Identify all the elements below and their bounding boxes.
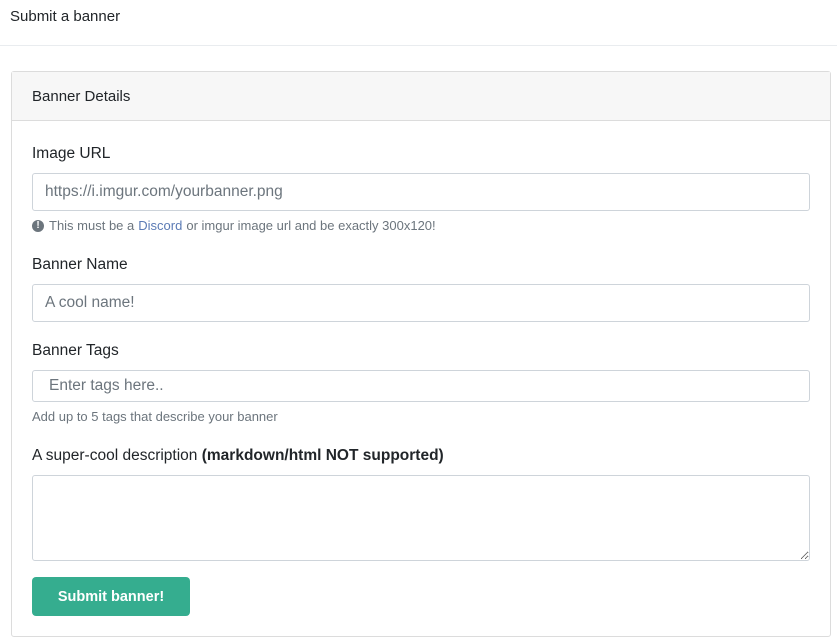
description-label-note: (markdown/html NOT supported) — [201, 447, 444, 464]
banner-name-input[interactable] — [32, 284, 810, 322]
page-header: Submit a banner — [0, 0, 837, 46]
discord-link[interactable]: Discord — [138, 218, 182, 233]
banner-details-card: Banner Details Image URL ! This must be … — [11, 71, 831, 637]
banner-tags-label: Banner Tags — [32, 342, 119, 359]
page-title: Submit a banner — [10, 8, 121, 25]
card-title: Banner Details — [32, 88, 131, 105]
description-label: A super-cool description (markdown/html … — [32, 447, 444, 465]
banner-name-label: Banner Name — [32, 256, 128, 273]
description-label-text: A super-cool description — [32, 447, 198, 464]
banner-tags-help: Add up to 5 tags that describe your bann… — [32, 409, 278, 424]
submit-banner-button[interactable]: Submit banner! — [32, 577, 190, 616]
card-header: Banner Details — [12, 72, 830, 121]
exclamation-circle-icon: ! — [32, 219, 44, 232]
image-url-input[interactable] — [32, 173, 810, 211]
image-url-label: Image URL — [32, 145, 111, 162]
image-url-help-prefix: This must be a — [49, 218, 135, 233]
banner-tags-input[interactable] — [32, 370, 810, 402]
image-url-help: ! This must be a Discord or imgur image … — [32, 218, 436, 233]
description-textarea[interactable] — [32, 475, 810, 561]
image-url-help-suffix: or imgur image url and be exactly 300x12… — [186, 218, 436, 233]
